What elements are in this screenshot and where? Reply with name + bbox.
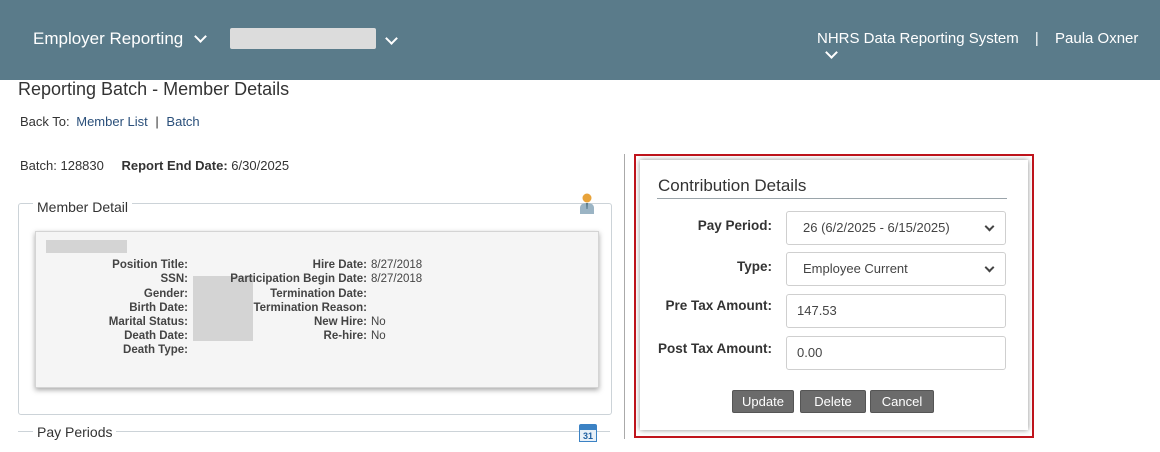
breadcrumb: Back To: Member List | Batch (20, 114, 200, 129)
batch-value: 128830 (60, 158, 104, 173)
calendar-icon-day: 31 (579, 429, 597, 442)
member-detail-heading: Member Detail (33, 199, 133, 215)
batch-info: Batch: 128830 Report End Date: 6/30/2025 (20, 158, 289, 173)
pay-period-label: Pay Period: (697, 218, 772, 233)
type-label: Type: (736, 259, 772, 274)
delete-button[interactable]: Delete (800, 390, 866, 413)
batch-link[interactable]: Batch (166, 114, 199, 129)
rehire-value: No (371, 330, 386, 342)
post-tax-amount-input[interactable]: 0.00 (786, 336, 1006, 370)
pre-tax-amount-input[interactable]: 147.53 (786, 294, 1006, 328)
chevron-down-icon (984, 262, 995, 273)
death-date-label: Death Date: (124, 330, 188, 342)
birth-date-label: Birth Date: (129, 302, 188, 314)
new-hire-label: New Hire: (313, 316, 367, 328)
position-title-label: Position Title: (112, 259, 188, 271)
batch-label: Batch: (20, 158, 57, 173)
cancel-button[interactable]: Cancel (870, 390, 934, 413)
user-name: Paula Oxner (1055, 30, 1139, 47)
breadcrumb-separator: | (155, 114, 159, 129)
header-right: NHRS Data Reporting System | Paula Oxner (817, 30, 1160, 64)
chevron-down-icon (825, 46, 838, 59)
hire-date-label: Hire Date: (312, 259, 367, 271)
pay-periods-heading: Pay Periods (33, 424, 117, 440)
hire-date-value: 8/27/2018 (371, 259, 423, 271)
rehire-label: Re-hire: (323, 330, 367, 342)
employer-reporting-menu[interactable]: Employer Reporting (33, 29, 207, 49)
participation-begin-date-label: Participation Begin Date: (230, 273, 367, 285)
type-value: Employee Current (803, 261, 908, 276)
death-type-label: Death Type: (123, 344, 188, 356)
pre-tax-amount-label: Pre Tax Amount: (665, 298, 772, 313)
report-end-label: Report End Date: (121, 158, 228, 173)
page-title: Reporting Batch - Member Details (18, 79, 290, 99)
post-tax-amount-label: Post Tax Amount: (658, 341, 772, 356)
ssn-label: SSN: (160, 273, 188, 285)
marital-status-label: Marital Status: (108, 316, 188, 328)
gender-label: Gender: (143, 288, 188, 300)
type-select[interactable]: Employee Current (786, 252, 1006, 286)
chevron-down-icon (194, 30, 207, 43)
termination-reason-label: Termination Reason: (253, 302, 367, 314)
new-hire-value: No (371, 316, 386, 328)
column-divider (624, 154, 625, 439)
calendar-icon[interactable]: 31 (579, 424, 597, 442)
employer-select-redacted[interactable] (230, 28, 376, 49)
header-separator: | (1034, 30, 1039, 47)
pay-period-value: 26 (6/2/2025 - 6/15/2025) (803, 220, 950, 235)
participation-begin-date-value: 8/27/2018 (371, 273, 423, 285)
update-button[interactable]: Update (732, 390, 794, 413)
member-name-redacted (46, 240, 127, 253)
termination-date-label: Termination Date: (270, 288, 367, 300)
system-name: NHRS Data Reporting System (817, 30, 1019, 47)
employer-reporting-label: Employer Reporting (33, 29, 184, 48)
report-end-value: 6/30/2025 (231, 158, 290, 173)
member-list-link[interactable]: Member List (76, 114, 148, 129)
back-to-label: Back To: (20, 114, 70, 129)
contribution-details-title: Contribution Details (658, 176, 807, 195)
redacted-member-values (193, 276, 253, 341)
pay-period-select[interactable]: 26 (6/2/2025 - 6/15/2025) (786, 211, 1006, 245)
chevron-down-icon (984, 221, 995, 232)
person-icon[interactable] (579, 193, 595, 215)
title-divider (657, 198, 1007, 199)
